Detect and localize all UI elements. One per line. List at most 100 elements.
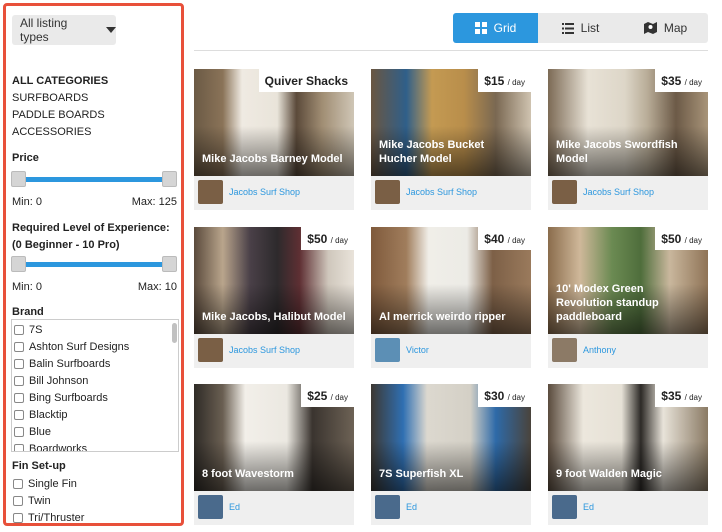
avatar[interactable]: [375, 338, 400, 362]
avatar[interactable]: [375, 180, 400, 204]
checkbox[interactable]: [14, 375, 24, 386]
brand-option[interactable]: 7S: [12, 321, 178, 338]
brand-option[interactable]: Blue: [12, 423, 178, 440]
listing-card[interactable]: 9 foot Walden Magic $35 / day Ed: [548, 384, 708, 525]
checkbox[interactable]: [13, 495, 23, 506]
listing-owner[interactable]: Ed: [198, 495, 240, 519]
listing-card[interactable]: 8 foot Wavestorm $25 / day Ed: [194, 384, 354, 525]
avatar[interactable]: [375, 495, 400, 519]
avatar[interactable]: [198, 495, 223, 519]
brand-option[interactable]: Blacktip: [12, 406, 178, 423]
category-surfboards[interactable]: SURFBOARDS: [12, 92, 88, 104]
brand-scrollbar[interactable]: [172, 323, 177, 343]
owner-name-link[interactable]: Ed: [583, 502, 594, 512]
brand-option[interactable]: Ashton Surf Designs: [12, 338, 178, 355]
grid-view-button[interactable]: Grid: [453, 13, 538, 43]
listing-image[interactable]: 7S Superfish XL $30 / day: [371, 384, 531, 491]
listing-owner[interactable]: Jacobs Surf Shop: [375, 180, 477, 204]
experience-max-handle[interactable]: [162, 256, 177, 272]
checkbox[interactable]: [13, 478, 23, 489]
brand-list[interactable]: 7S Ashton Surf Designs Balin Surfboards Bil…: [11, 319, 179, 452]
listing-card[interactable]: Mike Jacobs, Halibut Model $50 / day Jacob…: [194, 227, 354, 368]
owner-name-link[interactable]: Ed: [406, 502, 417, 512]
checkbox[interactable]: [14, 443, 24, 451]
list-view-button[interactable]: List: [538, 13, 623, 43]
brand-option-label: Bill Johnson: [29, 374, 89, 387]
avatar[interactable]: [552, 338, 577, 362]
listing-title[interactable]: Al merrick weirdo ripper: [379, 310, 525, 324]
checkbox[interactable]: [13, 512, 23, 523]
fin-setup-title: Fin Set-up: [12, 460, 66, 472]
category-accessories[interactable]: ACCESSORIES: [12, 126, 91, 138]
category-paddle-boards[interactable]: PADDLE BOARDS: [12, 109, 105, 121]
avatar[interactable]: [552, 180, 577, 204]
listing-title[interactable]: 7S Superfish XL: [379, 467, 525, 481]
listing-types-dropdown[interactable]: All listing types: [12, 15, 116, 45]
listing-image[interactable]: 8 foot Wavestorm $25 / day: [194, 384, 354, 491]
price-max-handle[interactable]: [162, 171, 177, 187]
experience-slider-track[interactable]: [18, 262, 170, 267]
listing-image[interactable]: Mike Jacobs Swordfish Model $35 / day: [548, 69, 708, 176]
listing-title[interactable]: Mike Jacobs Bucket Hucher Model: [379, 138, 525, 166]
listing-image[interactable]: 9 foot Walden Magic $35 / day: [548, 384, 708, 491]
listing-title[interactable]: Mike Jacobs, Halibut Model: [202, 310, 348, 324]
listing-image[interactable]: 10' Modex Green Revolution standup paddl…: [548, 227, 708, 334]
owner-name-link[interactable]: Jacobs Surf Shop: [406, 187, 477, 197]
owner-name-link[interactable]: Jacobs Surf Shop: [583, 187, 654, 197]
map-view-button[interactable]: Map: [623, 13, 708, 43]
listing-owner[interactable]: Jacobs Surf Shop: [198, 338, 300, 362]
avatar[interactable]: [198, 180, 223, 204]
listing-price: $50: [661, 232, 682, 246]
fin-option[interactable]: Tri/Thruster: [13, 509, 85, 524]
listing-title[interactable]: 9 foot Walden Magic: [556, 467, 702, 481]
all-categories-link[interactable]: ALL CATEGORIES: [12, 75, 108, 87]
owner-name-link[interactable]: Jacobs Surf Shop: [229, 345, 300, 355]
checkbox[interactable]: [14, 324, 24, 335]
listing-title[interactable]: 8 foot Wavestorm: [202, 467, 348, 481]
brand-option[interactable]: Bill Johnson: [12, 372, 178, 389]
listing-owner[interactable]: Ed: [552, 495, 594, 519]
owner-name-link[interactable]: Victor: [406, 345, 429, 355]
checkbox[interactable]: [14, 341, 24, 352]
listing-card[interactable]: Al merrick weirdo ripper $40 / day Victor: [371, 227, 531, 368]
owner-name-link[interactable]: Ed: [229, 502, 240, 512]
checkbox[interactable]: [14, 409, 24, 420]
listing-title[interactable]: Mike Jacobs Swordfish Model: [556, 138, 702, 166]
listing-title[interactable]: Mike Jacobs Barney Model: [202, 152, 348, 166]
checkbox[interactable]: [14, 358, 24, 369]
owner-name-link[interactable]: Jacobs Surf Shop: [229, 187, 300, 197]
listing-card[interactable]: Mike Jacobs Swordfish Model $35 / day Jaco…: [548, 69, 708, 210]
listing-owner[interactable]: Jacobs Surf Shop: [198, 180, 300, 204]
price-slider-track[interactable]: [18, 177, 170, 182]
avatar[interactable]: [198, 338, 223, 362]
brand-option[interactable]: Bing Surfboards: [12, 389, 178, 406]
listing-card[interactable]: Mike Jacobs Barney Model Quiver Shacks Jac…: [194, 69, 354, 210]
experience-min-handle[interactable]: [11, 256, 26, 272]
brand-option-label: Boardworks: [29, 442, 88, 452]
price-min-value: Min: 0: [12, 196, 42, 208]
fin-option[interactable]: Twin: [13, 492, 51, 509]
brand-option[interactable]: Boardworks: [12, 440, 178, 452]
listing-card[interactable]: Mike Jacobs Bucket Hucher Model $15 / day…: [371, 69, 531, 210]
listing-price: Quiver Shacks: [264, 74, 348, 88]
listing-card[interactable]: 10' Modex Green Revolution standup paddl…: [548, 227, 708, 368]
listing-owner[interactable]: Jacobs Surf Shop: [552, 180, 654, 204]
checkbox[interactable]: [14, 392, 24, 403]
listing-owner[interactable]: Ed: [375, 495, 417, 519]
avatar[interactable]: [552, 495, 577, 519]
owner-name-link[interactable]: Anthony: [583, 345, 616, 355]
fin-option[interactable]: Single Fin: [13, 475, 77, 492]
listing-image[interactable]: Mike Jacobs, Halibut Model $50 / day: [194, 227, 354, 334]
listing-owner[interactable]: Anthony: [552, 338, 616, 362]
listing-image[interactable]: Mike Jacobs Bucket Hucher Model $15 / day: [371, 69, 531, 176]
listing-owner[interactable]: Victor: [375, 338, 429, 362]
listing-title[interactable]: 10' Modex Green Revolution standup paddl…: [556, 282, 702, 324]
listing-image[interactable]: Mike Jacobs Barney Model Quiver Shacks: [194, 69, 354, 176]
listing-image[interactable]: Al merrick weirdo ripper $40 / day: [371, 227, 531, 334]
view-toggle: Grid List Map: [453, 13, 708, 43]
price-min-handle[interactable]: [11, 171, 26, 187]
checkbox[interactable]: [14, 426, 24, 437]
brand-option[interactable]: Balin Surfboards: [12, 355, 178, 372]
listing-card[interactable]: 7S Superfish XL $30 / day Ed: [371, 384, 531, 525]
fin-option-label: Tri/Thruster: [28, 511, 85, 524]
